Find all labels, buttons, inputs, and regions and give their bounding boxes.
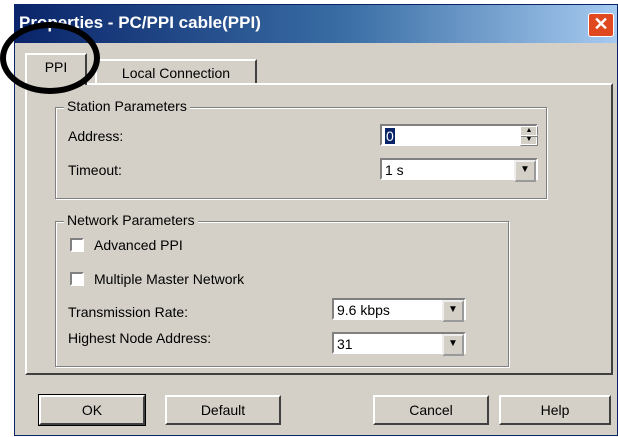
timeout-select[interactable]: 1 s ▼ [380,158,538,182]
chevron-down-icon[interactable]: ▼ [442,300,464,322]
chevron-down-icon[interactable]: ▼ [514,160,536,182]
highest-node-address-value: 31 [337,336,353,352]
network-parameters-group: Network Parameters Advanced PPI Multiple… [55,212,509,367]
tab-local-connection[interactable]: Local Connection [95,59,257,85]
cancel-button[interactable]: Cancel [373,395,489,425]
close-icon[interactable]: ✕ [588,13,614,37]
default-button[interactable]: Default [165,395,281,425]
tab-panel-ppi: Station Parameters Address: 0 ▲ ▼ Timeou… [25,83,613,375]
address-label: Address: [68,128,124,144]
ok-button[interactable]: OK [38,394,146,426]
address-value: 0 [385,128,395,144]
timeout-label: Timeout: [68,162,122,178]
transmission-rate-select[interactable]: 9.6 kbps ▼ [332,298,466,322]
highlight-circle-annotation [0,22,100,94]
properties-dialog: Properties - PC/PPI cable(PPI) ✕ Local C… [14,4,618,436]
timeout-value: 1 s [385,162,404,178]
station-parameters-legend: Station Parameters [64,98,190,114]
transmission-rate-label: Transmission Rate: [68,304,189,320]
tab-label: Local Connection [121,65,231,81]
multiple-master-label[interactable]: Multiple Master Network [94,271,244,287]
address-spinner[interactable]: ▲ ▼ [520,126,538,146]
advanced-ppi-checkbox[interactable] [70,238,84,252]
multiple-master-checkbox[interactable] [70,272,84,286]
address-spinbox[interactable]: 0 ▲ ▼ [380,124,538,146]
advanced-ppi-label[interactable]: Advanced PPI [94,237,183,253]
chevron-down-icon[interactable]: ▼ [442,334,464,356]
station-parameters-group: Station Parameters Address: 0 ▲ ▼ Timeou… [55,98,547,199]
highest-node-address-select[interactable]: 31 ▼ [332,332,466,356]
highest-node-address-label: Highest Node Address: [68,330,212,346]
transmission-rate-value: 9.6 kbps [337,302,390,318]
spin-down-icon[interactable]: ▼ [520,135,538,146]
help-button[interactable]: Help [499,395,611,425]
network-parameters-legend: Network Parameters [64,212,198,228]
title-bar[interactable]: Properties - PC/PPI cable(PPI) ✕ [15,5,617,43]
